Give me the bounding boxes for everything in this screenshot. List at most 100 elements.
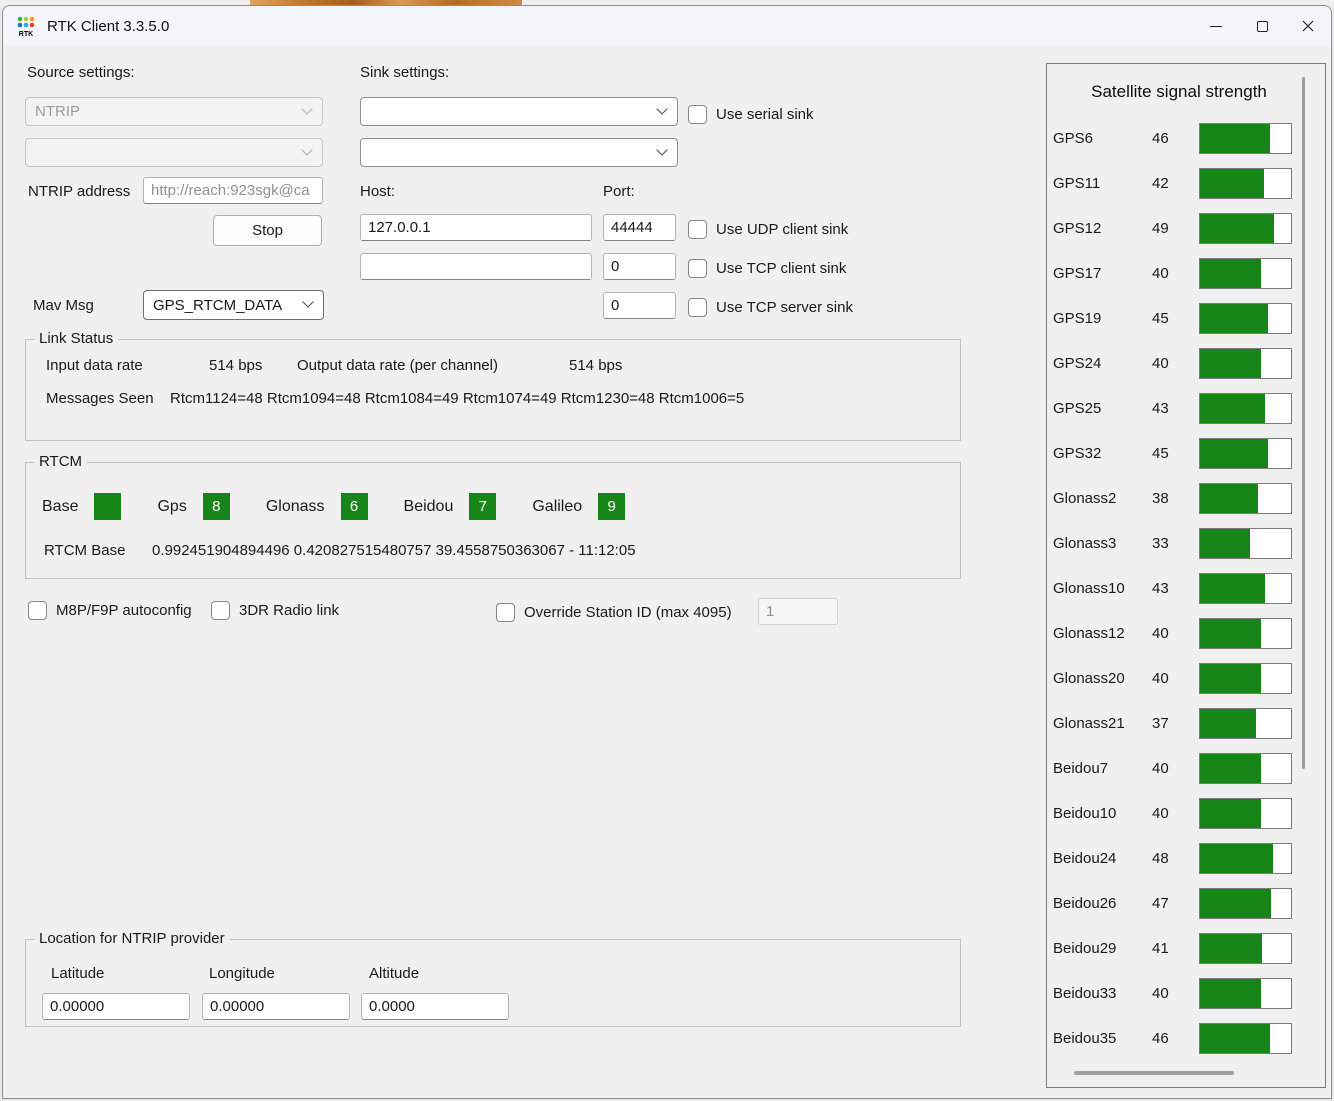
satellite-signal-bar (1199, 798, 1292, 829)
use-tcp-client-sink-label: Use TCP client sink (716, 260, 847, 277)
satellite-bar-fill (1200, 979, 1261, 1008)
use-serial-sink-checkbox[interactable]: Use serial sink (688, 105, 814, 124)
checkbox-box (688, 220, 707, 239)
rtcm-indicator-box (94, 493, 122, 520)
use-tcp-client-sink-checkbox[interactable]: Use TCP client sink (688, 259, 846, 278)
satellite-value: 40 (1152, 985, 1169, 1002)
satellite-name: Beidou10 (1053, 805, 1117, 822)
rtcm-indicator: Gps 8 (157, 493, 230, 520)
satellite-value: 45 (1152, 310, 1169, 327)
satellite-value: 48 (1152, 850, 1169, 867)
checkbox-box (28, 601, 47, 620)
stop-button[interactable]: Stop (213, 215, 322, 246)
ntrip-address-input[interactable] (143, 177, 323, 204)
satellite-signal-bar (1199, 573, 1292, 604)
rtcm-indicator-label: Gps (157, 497, 187, 515)
satellite-name: Glonass12 (1053, 625, 1125, 642)
satellite-value: 46 (1152, 130, 1169, 147)
satellite-panel: Satellite signal strength GPS6 46 GPS11 … (1046, 63, 1326, 1088)
rtcm-base-label: RTCM Base (44, 542, 126, 559)
use-udp-client-sink-checkbox[interactable]: Use UDP client sink (688, 220, 848, 239)
source-type-select[interactable]: NTRIP (25, 97, 323, 126)
port-label: Port: (603, 183, 635, 200)
satellite-signal-bar (1199, 663, 1292, 694)
satellite-bar-fill (1200, 304, 1269, 333)
satellite-row: Beidou29 41 (1047, 926, 1325, 971)
rtcm-indicator-box: 8 (202, 493, 230, 520)
3dr-radio-link-checkbox[interactable]: 3DR Radio link (211, 601, 339, 620)
satellite-row: Glonass21 37 (1047, 701, 1325, 746)
checkbox-box (688, 259, 707, 278)
m8p-f9p-autoconfig-checkbox[interactable]: M8P/F9P autoconfig (28, 601, 192, 620)
mav-msg-value: GPS_RTCM_DATA (153, 296, 283, 314)
sink-serial-port-select[interactable] (360, 97, 678, 126)
satellite-signal-bar (1199, 393, 1292, 424)
rtcm-indicator-box: 6 (340, 493, 368, 520)
sink-baud-select[interactable] (360, 138, 678, 167)
satellite-row: Beidou26 47 (1047, 881, 1325, 926)
satellite-signal-bar (1199, 528, 1292, 559)
source-port-select[interactable] (25, 138, 323, 167)
input-data-rate-value: 514 bps (209, 357, 263, 374)
override-station-id-label: Override Station ID (max 4095) (524, 604, 732, 621)
rtcm-indicator-label: Glonass (265, 497, 325, 515)
vertical-scrollbar[interactable] (1302, 77, 1305, 769)
altitude-input[interactable] (361, 993, 509, 1020)
checkbox-box (211, 601, 230, 620)
input-data-rate-label: Input data rate (46, 357, 143, 374)
satellite-name: Beidou24 (1053, 850, 1117, 867)
satellite-bar-fill (1200, 799, 1261, 828)
satellite-row: Glonass10 43 (1047, 566, 1325, 611)
tcp-client-port-input[interactable] (603, 253, 676, 280)
satellite-bar-fill (1200, 169, 1264, 198)
close-button[interactable] (1285, 6, 1331, 46)
latitude-input[interactable] (42, 993, 190, 1020)
satellite-row: Beidou10 40 (1047, 791, 1325, 836)
satellite-row: Glonass2 38 (1047, 476, 1325, 521)
horizontal-scrollbar[interactable] (1074, 1071, 1234, 1075)
udp-host-input[interactable] (360, 214, 592, 241)
window-controls (1193, 6, 1331, 46)
minimize-button[interactable] (1193, 6, 1239, 46)
satellite-signal-bar (1199, 123, 1292, 154)
satellite-bar-fill (1200, 754, 1261, 783)
satellite-value: 43 (1152, 400, 1169, 417)
longitude-input[interactable] (202, 993, 350, 1020)
mav-msg-select[interactable]: GPS_RTCM_DATA (143, 290, 324, 320)
override-station-id-checkbox[interactable]: Override Station ID (max 4095) (496, 603, 732, 622)
satellite-name: GPS24 (1053, 355, 1102, 372)
satellite-value: 47 (1152, 895, 1169, 912)
satellite-bar-fill (1200, 844, 1273, 873)
satellite-signal-bar (1199, 708, 1292, 739)
link-status-title: Link Status (34, 330, 119, 347)
mav-msg-label: Mav Msg (33, 297, 94, 314)
satellite-row: Beidou7 40 (1047, 746, 1325, 791)
maximize-button[interactable] (1239, 6, 1285, 46)
satellite-bar-fill (1200, 349, 1261, 378)
satellite-bar-fill (1200, 214, 1275, 243)
tcp-server-port-input[interactable] (603, 292, 676, 319)
satellite-value: 40 (1152, 355, 1169, 372)
checkbox-box (496, 603, 515, 622)
satellite-panel-title: Satellite signal strength (1091, 82, 1267, 101)
satellite-row: Beidou33 40 (1047, 971, 1325, 1016)
satellite-bar-fill (1200, 394, 1266, 423)
satellite-value: 33 (1152, 535, 1169, 552)
satellite-list: GPS6 46 GPS11 42 GPS12 49 GPS17 40 GPS19… (1047, 116, 1325, 1061)
location-title: Location for NTRIP provider (34, 930, 230, 947)
satellite-value: 40 (1152, 760, 1169, 777)
tcp-client-host-input[interactable] (360, 253, 592, 280)
source-settings-label: Source settings: (27, 64, 135, 81)
satellite-row: GPS17 40 (1047, 251, 1325, 296)
use-tcp-server-sink-checkbox[interactable]: Use TCP server sink (688, 298, 853, 317)
satellite-row: GPS11 42 (1047, 161, 1325, 206)
use-udp-client-sink-label: Use UDP client sink (716, 221, 849, 238)
maximize-icon (1256, 20, 1268, 32)
rtcm-indicator-label: Base (42, 497, 79, 515)
satellite-name: GPS17 (1053, 265, 1102, 282)
satellite-row: Beidou35 46 (1047, 1016, 1325, 1061)
satellite-name: GPS19 (1053, 310, 1102, 327)
udp-port-input[interactable] (603, 214, 676, 241)
satellite-signal-bar (1199, 258, 1292, 289)
override-station-id-input[interactable] (758, 598, 838, 625)
